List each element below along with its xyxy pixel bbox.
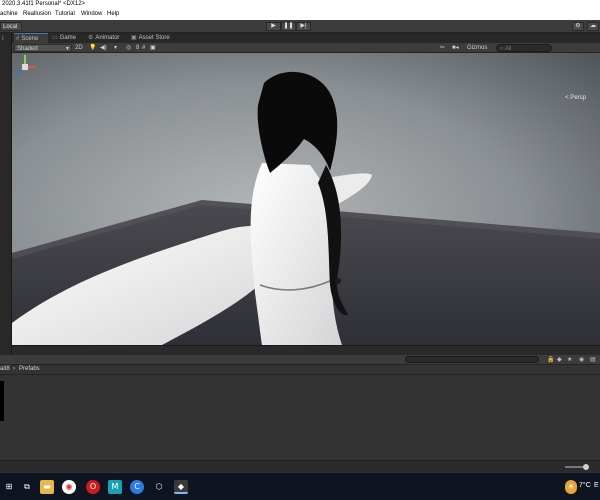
cloud-icon[interactable]: ☁ (587, 22, 599, 31)
app-c-icon[interactable]: C (130, 480, 144, 494)
camera-icon[interactable]: ■◂ (452, 44, 459, 52)
project-assets-area[interactable] (0, 375, 600, 460)
scene-tab-icon: # (16, 36, 20, 42)
chrome-icon[interactable]: ◉ (62, 480, 76, 494)
lighting-icon[interactable]: 💡 (89, 44, 96, 52)
tab-game[interactable]: ▭ Game (50, 33, 80, 43)
tab-asset-store-label: Asset Store (138, 35, 170, 41)
asset-thumbnail[interactable] (0, 381, 4, 421)
settings-icon[interactable]: ⚙ (572, 22, 584, 31)
game-tab-icon: ▭ (52, 35, 58, 41)
step-button[interactable]: ▶| (296, 22, 311, 31)
view-tab-bar: # Scene ▭ Game ⚙ Animator ▣ Asset Store (12, 33, 600, 43)
menu-item-window[interactable]: Window (81, 11, 102, 17)
grid-icon[interactable]: # (142, 44, 145, 52)
menu-item-machine[interactable]: achine (0, 11, 18, 17)
weather-icon: ☀ (565, 480, 577, 494)
tools-icon[interactable]: ✂ (440, 44, 445, 52)
opera-icon[interactable]: O (86, 480, 100, 494)
task-view-icon[interactable]: ⧉ (20, 480, 34, 494)
file-explorer-icon[interactable]: ▬ (40, 480, 54, 494)
scene-render (12, 53, 600, 345)
app-m-icon[interactable]: M (108, 480, 122, 494)
lock-icon[interactable]: 🔒 (547, 356, 554, 363)
hidden-count: 8 (136, 45, 140, 51)
search-icon: ⌕ (500, 46, 504, 52)
menu-item-reallusion[interactable]: Reallusion (23, 11, 51, 17)
scene-search-input[interactable]: ⌕ All (496, 44, 552, 52)
title-bar: 2020.3.41f1 Personal* <DX12> (0, 0, 600, 10)
tab-asset-store[interactable]: ▣ Asset Store (129, 33, 185, 43)
play-button[interactable]: ▶ (266, 22, 281, 31)
audio-icon[interactable]: ◀) (100, 44, 107, 52)
layers-icon[interactable]: ▤ (590, 356, 596, 363)
tab-scene-label: Scene (21, 36, 39, 42)
asset-store-tab-icon: ▣ (131, 35, 137, 41)
animator-tab-icon: ⚙ (88, 35, 94, 41)
asset-size-bar (0, 460, 600, 472)
tab-game-label: Game (59, 35, 77, 41)
menu-bar: achine Reallusion Tutorial Window Help (0, 10, 600, 20)
pivot-local-button[interactable]: Local (0, 22, 22, 31)
hidden-objects-icon[interactable]: ◎ (126, 44, 131, 52)
weather-temperature: 7°C (579, 482, 591, 489)
shading-mode-value: Shaded (17, 46, 38, 52)
tray-language[interactable]: E (594, 482, 599, 489)
hierarchy-panel-edge: I (0, 33, 12, 355)
eye-icon[interactable]: ◉ (579, 356, 584, 363)
breadcrumb-separator: › (13, 366, 15, 372)
breadcrumb-parent[interactable]: ait8 (0, 366, 10, 372)
os-taskbar: ⊞ ⧉ ▬ ◉ O M C ⬡ ◆ ☀ 7°C E (0, 472, 600, 500)
tag-icon[interactable]: ◆ (557, 356, 562, 363)
window-title: 2020.3.41f1 Personal* <DX12> (2, 1, 86, 7)
star-icon[interactable]: ★ (567, 356, 572, 363)
local-label: Local (3, 24, 18, 30)
pause-button[interactable]: ❚❚ (281, 22, 296, 31)
axis-gizmo-icon[interactable] (12, 53, 38, 87)
project-panel-header: 🔒 ◆ ★ ◉ ▤ (0, 355, 600, 365)
menu-item-help[interactable]: Help (107, 11, 119, 17)
start-icon[interactable]: ⊞ (2, 480, 16, 494)
2d-toggle[interactable]: 2D (75, 44, 83, 52)
chevron-down-icon: ▾ (65, 46, 69, 52)
menu-item-tutorial[interactable]: Tutorial (55, 11, 75, 17)
panel-edge-label: I (2, 36, 4, 42)
play-controls: ▶ ❚❚ ▶| (266, 22, 311, 31)
viewport-scrollbar[interactable] (12, 345, 600, 355)
search-placeholder: All (504, 46, 512, 52)
project-search-input[interactable] (405, 356, 539, 363)
gizmos-dropdown[interactable]: Gizmos (467, 44, 487, 52)
unity-hub-icon[interactable]: ⬡ (152, 480, 166, 494)
effects-icon[interactable]: ▾ (114, 44, 117, 52)
slider-handle[interactable] (583, 464, 589, 470)
breadcrumb: ait8 › Prefabs (0, 365, 600, 375)
breadcrumb-current[interactable]: Prefabs (19, 366, 40, 372)
shading-mode-dropdown[interactable]: Shaded ▾ (14, 44, 72, 52)
draw-mode-icon[interactable]: ▣ (150, 44, 156, 52)
tab-scene[interactable]: # Scene (14, 33, 48, 43)
scene-options-bar: Shaded ▾ 2D 💡 ◀) ▾ ◎ 8 # ▣ ✂ ■◂ Gizmos ⌕… (12, 43, 600, 53)
tab-animator-label: Animator (95, 35, 120, 41)
scene-viewport[interactable]: < Persp (12, 53, 600, 345)
perspective-label[interactable]: < Persp (565, 95, 586, 101)
tab-animator[interactable]: ⚙ Animator (86, 33, 128, 43)
unity-editor-icon[interactable]: ◆ (174, 480, 188, 494)
main-toolbar: Local ▶ ❚❚ ▶| ⚙ ☁ (0, 20, 600, 33)
